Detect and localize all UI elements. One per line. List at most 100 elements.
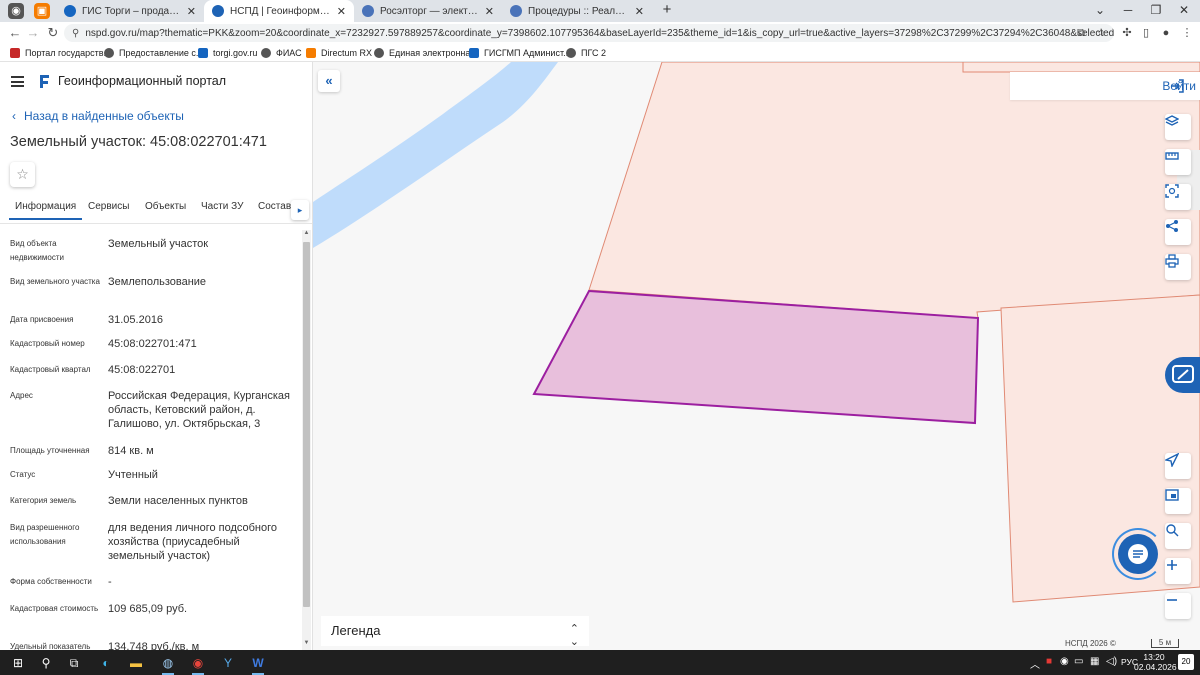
scroll-up-arrow-icon[interactable]: ▲	[302, 230, 311, 240]
legend-label: Легенда	[331, 623, 381, 638]
cast-icon[interactable]: ⧉	[1072, 24, 1090, 42]
menu-icon[interactable]	[11, 76, 24, 87]
globe-icon	[566, 48, 576, 58]
layers-icon	[1165, 115, 1179, 126]
zoom-in-button[interactable]	[1165, 558, 1191, 584]
notifications-badge[interactable]: 20	[1178, 654, 1194, 670]
close-tab-icon[interactable]: ✕	[337, 5, 346, 18]
edge-icon[interactable]: ◐	[96, 653, 116, 673]
bookmark-star-icon[interactable]: ☆	[1092, 24, 1110, 42]
app-y-icon[interactable]: Y	[218, 653, 238, 673]
volume-icon[interactable]: ◁)	[1106, 656, 1117, 667]
select-area-button[interactable]	[1165, 184, 1191, 210]
new-tab-button[interactable]: +	[654, 0, 680, 22]
profile-icon[interactable]: ●	[1157, 24, 1175, 42]
bookmark[interactable]: Предоставление с...	[104, 45, 203, 61]
browser-menu-icon[interactable]: ◉	[8, 3, 24, 19]
login-arrow-icon	[1171, 79, 1185, 93]
address-bar: ← → ↻ ⚲ nspd.gov.ru/map?thematic=PKK&zoo…	[0, 22, 1200, 44]
tray-expand-icon[interactable]: ︿	[1030, 656, 1040, 671]
tab-objects[interactable]: Объекты	[145, 201, 186, 212]
locate-button[interactable]	[1165, 453, 1191, 479]
reload-icon[interactable]: ↻	[44, 24, 62, 42]
close-tab-icon[interactable]: ✕	[485, 5, 494, 18]
portal-title: Геоинформационный портал	[58, 74, 227, 88]
close-tab-icon[interactable]: ✕	[187, 5, 196, 18]
ruler-icon	[1165, 152, 1179, 160]
battery-icon[interactable]: ▭	[1074, 656, 1083, 667]
scroll-thumb[interactable]	[303, 242, 310, 607]
tab-parts[interactable]: Части ЗУ	[201, 201, 243, 212]
app-icon[interactable]: ▣	[34, 3, 50, 19]
chrome-icon[interactable]: ◉	[188, 653, 208, 675]
map-canvas[interactable]: « Войти Легенда ⌃ ⌄ НСПД 2026 © 5 м	[313, 62, 1200, 650]
url-input[interactable]: ⚲ nspd.gov.ru/map?thematic=PKK&zoom=20&c…	[64, 24, 1114, 42]
basemap-button[interactable]	[1165, 488, 1191, 514]
search-location-button[interactable]	[1165, 523, 1191, 549]
tab-search-icon[interactable]: ⌄	[1087, 0, 1113, 22]
browser-tab[interactable]: Процедуры :: Реализация госиму ✕	[502, 0, 652, 22]
site-info-icon[interactable]: ⚲	[72, 28, 79, 39]
chat-icon	[1128, 544, 1148, 564]
close-tab-icon[interactable]: ✕	[635, 5, 644, 18]
measure-button[interactable]	[1165, 149, 1191, 175]
tray-app-icon[interactable]: ◉	[1060, 656, 1069, 667]
bookmark[interactable]: Портал государств...	[10, 45, 111, 61]
browser-tab-bar: ◉ ▣ ГИС Торги – продажи государс ✕ НСПД …	[0, 0, 1200, 22]
forward-arrow-icon[interactable]: →	[24, 24, 42, 42]
globe-icon	[510, 5, 522, 17]
minimize-icon[interactable]: ─	[1115, 0, 1141, 22]
zoom-out-icon	[1167, 599, 1177, 601]
network-icon[interactable]: ▦	[1090, 656, 1099, 667]
globe-icon	[64, 5, 76, 17]
browser-tab-active[interactable]: НСПД | Геоинформационный п ✕	[204, 0, 354, 22]
bookmark[interactable]: ПГС 2	[566, 45, 606, 61]
back-arrow-icon[interactable]: ←	[6, 24, 24, 42]
system-clock[interactable]: 13:20 02.04.2026	[1134, 652, 1177, 672]
file-explorer-icon[interactable]: ▬	[126, 653, 146, 673]
word-icon[interactable]: W	[248, 653, 268, 675]
tab-information[interactable]: Информация	[8, 201, 83, 220]
globe-icon	[374, 48, 384, 58]
bookmark[interactable]: Directum RX	[306, 45, 372, 61]
browser-tab[interactable]: Росэлторг — электронная торго ✕	[354, 0, 502, 22]
collapse-panel-button[interactable]: «	[318, 70, 340, 92]
windows-start-icon[interactable]: ⊞	[8, 653, 28, 673]
tabs-next-arrow-icon[interactable]: ▸	[291, 200, 309, 220]
bookmark[interactable]: torgi.gov.ru	[198, 45, 257, 61]
print-icon	[1165, 254, 1179, 268]
layers-button[interactable]	[1165, 114, 1191, 140]
bookmark[interactable]: ФИАС	[261, 45, 302, 61]
legend-panel[interactable]: Легенда ⌃ ⌄	[321, 616, 589, 648]
windows-taskbar: ⊞ ⚲ ⧉ ◐ ▬ ◍ ◉ Y W ︿ ■ ◉ ▭ ▦ ◁) РУС 13:20…	[0, 650, 1200, 675]
panel-scrollbar[interactable]: ▲ ▼	[302, 230, 311, 650]
maximize-icon[interactable]: ❐	[1143, 0, 1169, 22]
expand-collapse-icon[interactable]: ⌃ ⌄	[570, 622, 579, 648]
zoom-out-button[interactable]	[1165, 593, 1191, 619]
share-button[interactable]	[1165, 219, 1191, 245]
globe-icon	[104, 48, 114, 58]
favorite-star-icon[interactable]: ☆	[10, 162, 35, 187]
chat-button[interactable]	[1112, 528, 1164, 580]
bookmark[interactable]: ГИСГМП Админист...	[469, 45, 571, 61]
login-button[interactable]: Войти	[1162, 79, 1196, 93]
browser-menu-dots-icon[interactable]: ⋮	[1178, 24, 1196, 42]
task-view-icon[interactable]: ⧉	[64, 653, 84, 673]
extensions-icon[interactable]: ✣	[1118, 24, 1136, 42]
print-button[interactable]	[1165, 254, 1191, 280]
share-icon	[1166, 220, 1178, 232]
bookmark[interactable]: Единая электронна...	[374, 45, 478, 61]
gov-icon	[10, 48, 20, 58]
search-icon[interactable]: ⚲	[36, 653, 56, 673]
back-to-results-link[interactable]: ‹ Назад в найденные объекты	[12, 109, 184, 123]
scroll-down-arrow-icon[interactable]: ▼	[302, 640, 311, 650]
side-widget-button[interactable]	[1165, 357, 1200, 393]
side-panel-icon[interactable]: ▯	[1137, 24, 1155, 42]
locate-icon	[1165, 453, 1179, 467]
tab-composition[interactable]: Состав	[258, 201, 291, 212]
tray-app-icon[interactable]: ■	[1046, 656, 1052, 667]
tab-services[interactable]: Сервисы	[88, 201, 129, 212]
app-c-icon[interactable]: ◍	[158, 653, 178, 675]
close-window-icon[interactable]: ✕	[1171, 0, 1197, 22]
browser-tab[interactable]: ГИС Торги – продажи государс ✕	[56, 0, 204, 22]
